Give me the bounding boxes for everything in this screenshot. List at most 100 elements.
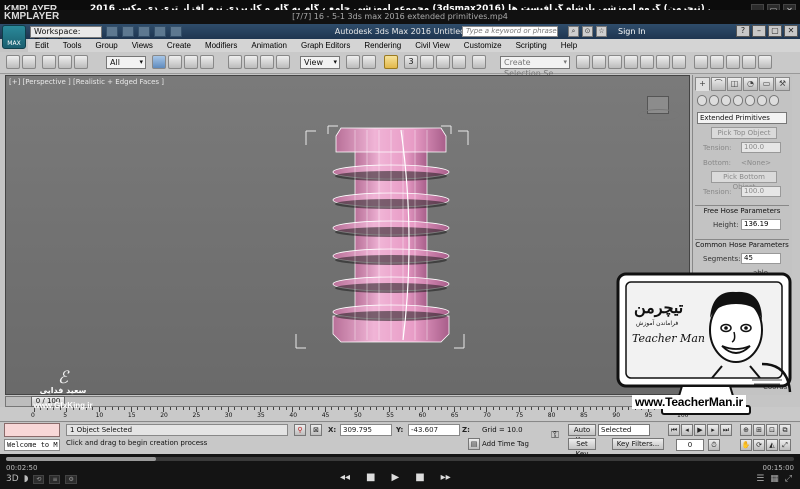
open-file-icon[interactable] bbox=[122, 26, 134, 37]
select-by-name-icon[interactable] bbox=[168, 55, 182, 69]
pick-top-object-button[interactable]: Pick Top Object bbox=[711, 127, 777, 139]
create-tab[interactable]: + bbox=[695, 77, 710, 91]
undo-icon[interactable] bbox=[154, 26, 166, 37]
schematic-view-icon[interactable] bbox=[672, 55, 686, 69]
time-tag-icon[interactable]: ▤ bbox=[468, 438, 480, 450]
display-tab[interactable]: ▭ bbox=[759, 77, 774, 91]
percent-snap-icon[interactable] bbox=[436, 55, 450, 69]
menu-views[interactable]: Views bbox=[125, 39, 160, 52]
menu-create[interactable]: Create bbox=[160, 39, 198, 52]
previous-frame-icon[interactable]: ◂ bbox=[681, 424, 693, 436]
play-icon[interactable]: ▶ bbox=[694, 424, 706, 436]
menu-tools[interactable]: Tools bbox=[56, 39, 89, 52]
3d-icon[interactable]: 3D bbox=[6, 474, 19, 484]
go-to-start-icon[interactable]: ⏮ bbox=[668, 424, 680, 436]
hose-object[interactable] bbox=[6, 76, 690, 395]
settings-icon[interactable]: ⚙ bbox=[65, 474, 77, 484]
fullscreen-icon[interactable]: ⤢ bbox=[785, 474, 792, 484]
key-filters-button[interactable]: Key Filters... bbox=[612, 438, 664, 450]
helpers-icon[interactable] bbox=[745, 95, 755, 106]
select-object-icon[interactable] bbox=[152, 55, 166, 69]
time-slider[interactable]: 0 / 100 bbox=[5, 396, 690, 407]
key-mode-dropdown[interactable]: Selected bbox=[598, 424, 650, 436]
field-of-view-icon[interactable]: ◭ bbox=[766, 439, 778, 451]
motion-tab[interactable]: ◔ bbox=[743, 77, 758, 91]
sign-in-link[interactable]: Sign In bbox=[618, 27, 645, 36]
orbit-icon[interactable]: ⟳ bbox=[753, 439, 765, 451]
menu-modifiers[interactable]: Modifiers bbox=[198, 39, 244, 52]
modify-tab[interactable]: ⌒ bbox=[711, 77, 726, 91]
search-input[interactable]: Type a keyword or phrase bbox=[462, 26, 558, 37]
shapes-icon[interactable] bbox=[709, 95, 719, 106]
lights-icon[interactable] bbox=[721, 95, 731, 106]
rotate-icon[interactable] bbox=[244, 55, 258, 69]
render-production-icon[interactable] bbox=[742, 55, 756, 69]
play-pause-icon[interactable]: ▶ bbox=[392, 472, 400, 483]
selection-filter-dropdown[interactable]: All bbox=[106, 56, 146, 69]
previous-icon[interactable]: ◂◂ bbox=[340, 472, 350, 483]
material-editor-icon[interactable] bbox=[694, 55, 708, 69]
playlist-icon[interactable]: ≡ bbox=[49, 474, 61, 484]
zoom-icon[interactable]: ⊕ bbox=[740, 424, 752, 436]
set-key-button[interactable]: Set Key bbox=[568, 438, 596, 458]
close-icon[interactable]: ✕ bbox=[784, 25, 798, 37]
spinner-snap-icon[interactable] bbox=[452, 55, 466, 69]
redo-icon[interactable] bbox=[22, 55, 36, 69]
align-icon[interactable] bbox=[592, 55, 606, 69]
render-setup-icon[interactable] bbox=[710, 55, 724, 69]
primitive-category-dropdown[interactable]: Extended Primitives bbox=[697, 112, 787, 124]
help-icon[interactable]: ? bbox=[736, 25, 750, 37]
equalizer-icon[interactable]: ▦ bbox=[770, 474, 779, 484]
maxscript-listener[interactable] bbox=[4, 423, 60, 437]
tension-top-field[interactable]: 100.0 bbox=[741, 142, 781, 153]
cameras-icon[interactable] bbox=[733, 95, 743, 106]
hierarchy-tab[interactable]: ◫ bbox=[727, 77, 742, 91]
next-icon[interactable]: ▸▸ bbox=[441, 472, 451, 483]
curve-editor-icon[interactable] bbox=[656, 55, 670, 69]
pivot-center-icon[interactable] bbox=[346, 55, 360, 69]
height-field[interactable]: 136.19 bbox=[741, 219, 781, 230]
maximize-viewport-icon[interactable]: ⧉ bbox=[779, 424, 791, 436]
time-configuration-icon[interactable]: ⏱ bbox=[708, 439, 720, 451]
toggle-ribbon-icon[interactable] bbox=[640, 55, 654, 69]
unlink-icon[interactable] bbox=[58, 55, 72, 69]
repeat-icon[interactable]: ⟲ bbox=[33, 474, 45, 484]
menu-animation[interactable]: Animation bbox=[244, 39, 294, 52]
window-crossing-icon[interactable] bbox=[200, 55, 214, 69]
space-warps-icon[interactable] bbox=[757, 95, 767, 106]
menu-group[interactable]: Group bbox=[88, 39, 124, 52]
placement-icon[interactable] bbox=[276, 55, 290, 69]
absolute-mode-icon[interactable]: ⊠ bbox=[310, 424, 322, 436]
scale-icon[interactable] bbox=[260, 55, 274, 69]
common-hose-rollout[interactable]: Common Hose Parameters bbox=[695, 239, 789, 249]
perspective-viewport[interactable]: [+] [Perspective ] [Realistic + Edged Fa… bbox=[5, 75, 690, 395]
zoom-extents-icon[interactable]: ⊡ bbox=[766, 424, 778, 436]
systems-icon[interactable] bbox=[769, 95, 779, 106]
application-button[interactable]: MAX bbox=[2, 25, 26, 49]
binoculars-icon[interactable]: ⊙ bbox=[582, 26, 593, 37]
rectangular-selection-icon[interactable] bbox=[184, 55, 198, 69]
volume-icon[interactable]: ◗ bbox=[24, 474, 29, 484]
pan-icon[interactable]: ✋ bbox=[740, 439, 752, 451]
menu-edit[interactable]: Edit bbox=[28, 39, 56, 52]
free-hose-rollout[interactable]: Free Hose Parameters bbox=[695, 205, 789, 215]
next-frame-icon[interactable]: ▸ bbox=[707, 424, 719, 436]
move-icon[interactable] bbox=[228, 55, 242, 69]
redo-icon[interactable] bbox=[170, 26, 182, 37]
x-coordinate-field[interactable]: 309.795 bbox=[340, 424, 392, 436]
utilities-tab[interactable]: ⚒ bbox=[775, 77, 790, 91]
seek-bar[interactable] bbox=[6, 457, 794, 461]
star-icon[interactable]: ☆ bbox=[596, 26, 607, 37]
current-frame-field[interactable]: 0 bbox=[676, 439, 704, 451]
save-file-icon[interactable] bbox=[138, 26, 150, 37]
search-icon[interactable]: ⌕ bbox=[568, 26, 579, 37]
menu-civil-view[interactable]: Civil View bbox=[408, 39, 457, 52]
tension-bottom-field[interactable]: 100.0 bbox=[741, 186, 781, 197]
render-in-cloud-icon[interactable] bbox=[758, 55, 772, 69]
go-to-end-icon[interactable]: ⏭ bbox=[720, 424, 732, 436]
maximize-icon[interactable]: ▢ bbox=[768, 25, 782, 37]
menu-scripting[interactable]: Scripting bbox=[509, 39, 554, 52]
snaps-toggle-icon[interactable]: 3 bbox=[404, 55, 418, 69]
walk-through-icon[interactable]: ⤢ bbox=[779, 439, 791, 451]
select-manipulate-icon[interactable] bbox=[362, 55, 376, 69]
